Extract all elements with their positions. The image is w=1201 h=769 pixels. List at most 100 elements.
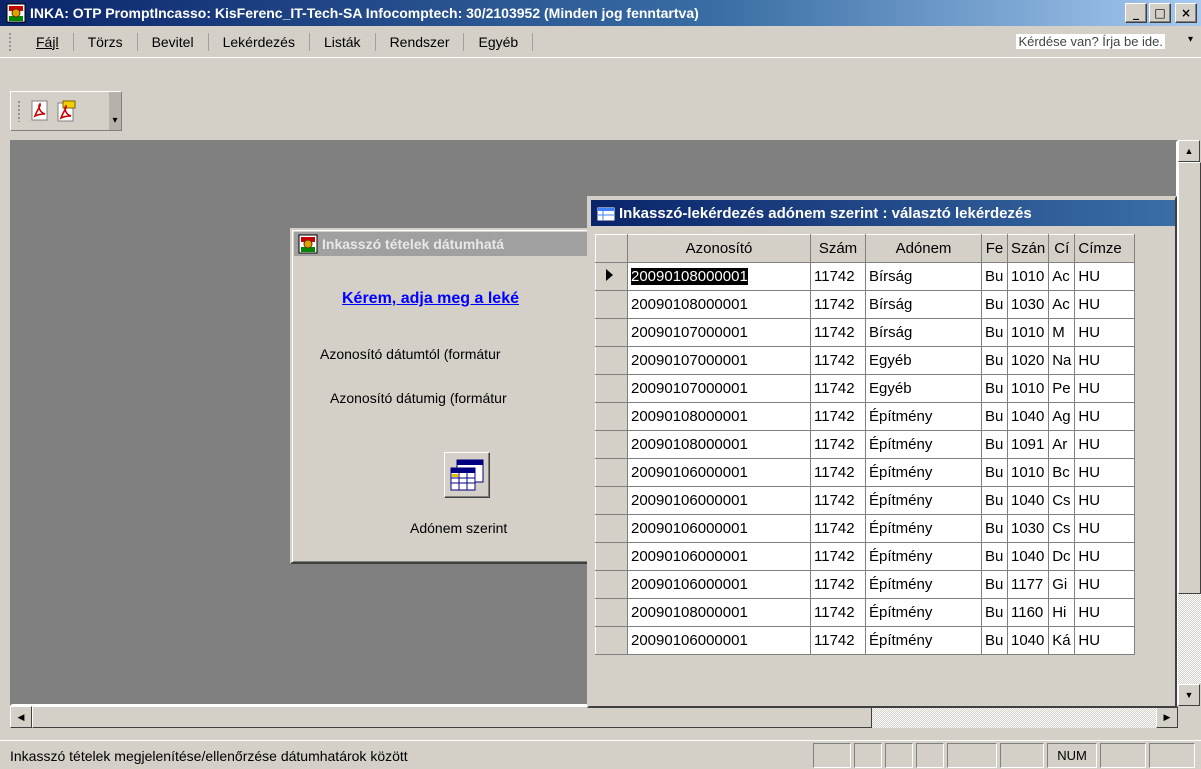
cell-fe[interactable]: Bu: [981, 486, 1008, 515]
cell-adonem[interactable]: Építmény: [865, 430, 982, 459]
cell-fe[interactable]: Bu: [981, 626, 1008, 655]
col-header-cimze[interactable]: Címze: [1074, 234, 1136, 263]
cell-szam[interactable]: 11742: [810, 514, 866, 543]
cell-fe[interactable]: Bu: [981, 402, 1008, 431]
minimize-button[interactable]: _: [1125, 3, 1147, 23]
cell-ci[interactable]: Ká: [1048, 626, 1076, 655]
cell-szam[interactable]: 11742: [810, 290, 866, 319]
cell-ci[interactable]: Hi: [1048, 598, 1076, 627]
cell-azonosito[interactable]: 20090106000001: [627, 570, 811, 599]
cell-szam[interactable]: 11742: [810, 318, 866, 347]
cell-szan[interactable]: 1010: [1006, 318, 1050, 347]
cell-cimze[interactable]: HU: [1074, 486, 1136, 515]
cell-cimze[interactable]: HU: [1074, 290, 1136, 319]
cell-cimze[interactable]: HU: [1074, 346, 1136, 375]
cell-fe[interactable]: Bu: [981, 374, 1008, 403]
cell-szam[interactable]: 11742: [810, 262, 866, 291]
cell-szam[interactable]: 11742: [810, 598, 866, 627]
cell-cimze[interactable]: HU: [1074, 626, 1136, 655]
cell-ci[interactable]: Na: [1048, 346, 1076, 375]
cell-adonem[interactable]: Bírság: [865, 262, 982, 291]
record-selector[interactable]: [595, 570, 628, 599]
record-selector[interactable]: [595, 346, 628, 375]
table-row[interactable]: 20090106000001 11742 Építmény Bu 1040 Cs HU: [595, 486, 1136, 515]
table-row[interactable]: 20090107000001 11742 Egyéb Bu 1010 Pe HU: [595, 374, 1136, 403]
cell-szan[interactable]: 1160: [1006, 598, 1050, 627]
record-selector[interactable]: [595, 290, 628, 319]
title-bar[interactable]: INKA: OTP PromptIncasso: KisFerenc_IT-Te…: [0, 0, 1201, 26]
table-row[interactable]: 20090106000001 11742 Építmény Bu 1040 Dc HU: [595, 542, 1136, 571]
cell-azonosito[interactable]: 20090107000001: [627, 374, 811, 403]
cell-szam[interactable]: 11742: [810, 402, 866, 431]
cell-azonosito[interactable]: 20090107000001: [627, 346, 811, 375]
cell-fe[interactable]: Bu: [981, 542, 1008, 571]
col-header-ci[interactable]: Cí: [1048, 234, 1076, 263]
table-row[interactable]: 20090106000001 11742 Építmény Bu 1040 Ká HU: [595, 626, 1136, 655]
close-button[interactable]: ×: [1175, 3, 1197, 23]
cell-ci[interactable]: Ac: [1048, 262, 1076, 291]
cell-szam[interactable]: 11742: [810, 626, 866, 655]
cell-adonem[interactable]: Építmény: [865, 570, 982, 599]
cell-azonosito[interactable]: 20090108000001: [627, 262, 811, 291]
cell-ci[interactable]: Cs: [1048, 514, 1076, 543]
cell-adonem[interactable]: Építmény: [865, 458, 982, 487]
by-tax-type-button[interactable]: [444, 452, 490, 498]
table-row[interactable]: 20090106000001 11742 Építmény Bu 1010 Bc HU: [595, 458, 1136, 487]
cell-cimze[interactable]: HU: [1074, 402, 1136, 431]
cell-ci[interactable]: M: [1048, 318, 1076, 347]
scroll-up-button[interactable]: ▲: [1178, 140, 1200, 162]
table-row[interactable]: 20090106000001 11742 Építmény Bu 1177 Gi HU: [595, 570, 1136, 599]
cell-fe[interactable]: Bu: [981, 570, 1008, 599]
cell-azonosito[interactable]: 20090106000001: [627, 486, 811, 515]
cell-szan[interactable]: 1040: [1006, 626, 1050, 655]
cell-adonem[interactable]: Bírság: [865, 290, 982, 319]
cell-ci[interactable]: Gi: [1048, 570, 1076, 599]
datasheet-title-bar[interactable]: Inkasszó-lekérdezés adónem szerint : vál…: [591, 200, 1175, 226]
cell-fe[interactable]: Bu: [981, 318, 1008, 347]
cell-fe[interactable]: Bu: [981, 346, 1008, 375]
cell-cimze[interactable]: HU: [1074, 318, 1136, 347]
cell-szam[interactable]: 11742: [810, 430, 866, 459]
toolbar-grip[interactable]: [17, 100, 21, 122]
cell-szan[interactable]: 1010: [1006, 374, 1050, 403]
record-selector[interactable]: [595, 262, 628, 291]
vertical-scroll-thumb[interactable]: [1178, 162, 1201, 594]
cell-fe[interactable]: Bu: [981, 598, 1008, 627]
cell-cimze[interactable]: HU: [1074, 374, 1136, 403]
cell-szan[interactable]: 1040: [1006, 402, 1050, 431]
cell-adonem[interactable]: Építmény: [865, 402, 982, 431]
menu-rendszer[interactable]: Rendszer: [376, 32, 465, 51]
cell-szam[interactable]: 11742: [810, 570, 866, 599]
cell-ci[interactable]: Ac: [1048, 290, 1076, 319]
cell-szan[interactable]: 1091: [1006, 430, 1050, 459]
col-header-adonem[interactable]: Adónem: [865, 234, 982, 263]
cell-cimze[interactable]: HU: [1074, 458, 1136, 487]
record-selector[interactable]: [595, 626, 628, 655]
record-selector[interactable]: [595, 318, 628, 347]
cell-szan[interactable]: 1040: [1006, 542, 1050, 571]
record-navigation-bar[interactable]: [595, 696, 1175, 706]
horizontal-scrollbar[interactable]: ◀ ▶: [10, 706, 1178, 728]
col-header-fe[interactable]: Fe: [981, 234, 1008, 263]
scroll-down-button[interactable]: ▼: [1178, 684, 1200, 706]
cell-azonosito[interactable]: 20090108000001: [627, 290, 811, 319]
cell-azonosito[interactable]: 20090108000001: [627, 402, 811, 431]
menu-egyeb[interactable]: Egyéb: [464, 32, 534, 51]
col-header-azonosito[interactable]: Azonosító: [627, 234, 811, 263]
cell-adonem[interactable]: Építmény: [865, 626, 982, 655]
cell-adonem[interactable]: Egyéb: [865, 346, 982, 375]
record-selector[interactable]: [595, 430, 628, 459]
pdf-export-button[interactable]: [53, 98, 79, 124]
cell-ci[interactable]: Ar: [1048, 430, 1076, 459]
cell-cimze[interactable]: HU: [1074, 514, 1136, 543]
help-dropdown-icon[interactable]: ▾: [1188, 34, 1193, 45]
cell-szan[interactable]: 1010: [1006, 458, 1050, 487]
menu-listak[interactable]: Listák: [310, 32, 376, 51]
cell-szan[interactable]: 1177: [1006, 570, 1050, 599]
record-selector[interactable]: [595, 598, 628, 627]
cell-fe[interactable]: Bu: [981, 290, 1008, 319]
menu-torzs[interactable]: Törzs: [74, 32, 138, 51]
menu-bevitel[interactable]: Bevitel: [138, 32, 209, 51]
cell-ci[interactable]: Cs: [1048, 486, 1076, 515]
record-selector[interactable]: [595, 458, 628, 487]
